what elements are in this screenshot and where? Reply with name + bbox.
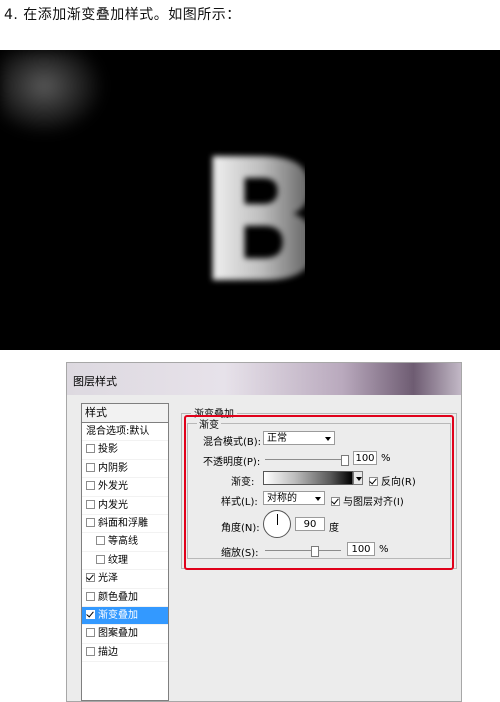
- style-checkbox[interactable]: [86, 444, 95, 454]
- styles-list-item[interactable]: 混合选项:默认: [82, 423, 168, 442]
- style-item-label: 颜色叠加: [98, 591, 138, 603]
- style-item-label: 纹理: [108, 554, 128, 566]
- step-instruction: 4. 在添加渐变叠加样式。如图所示：: [4, 7, 241, 23]
- style-item-label: 光泽: [98, 573, 118, 585]
- styles-list-item[interactable]: 光泽: [82, 570, 168, 589]
- styles-list-item[interactable]: 渐变叠加: [82, 606, 168, 626]
- styles-header[interactable]: 样式: [82, 404, 168, 423]
- style-checkbox[interactable]: [86, 462, 95, 472]
- styles-list-item[interactable]: 内发光: [82, 497, 168, 515]
- styles-list-item[interactable]: 内阴影: [82, 460, 168, 479]
- styles-list-item[interactable]: 投影: [82, 441, 168, 460]
- style-checkbox[interactable]: [96, 536, 105, 546]
- style-checkbox[interactable]: [86, 481, 95, 491]
- style-item-label: 投影: [98, 444, 118, 456]
- styles-list-item[interactable]: 描边: [82, 644, 168, 663]
- styles-list-item[interactable]: 斜面和浮雕: [82, 515, 168, 534]
- style-checkbox[interactable]: [86, 646, 95, 656]
- style-item-label: 内阴影: [98, 462, 128, 474]
- dialog-titlebar[interactable]: 图层样式: [67, 363, 461, 395]
- style-item-label: 等高线: [108, 536, 138, 548]
- style-checkbox[interactable]: [86, 609, 95, 619]
- style-item-label: 图案叠加: [98, 628, 138, 640]
- blurred-glow: [0, 50, 110, 140]
- styles-list: 样式 混合选项:默认投影内阴影外发光内发光斜面和浮雕等高线纹理光泽颜色叠加渐变叠…: [81, 403, 169, 701]
- style-item-label: 混合选项:默认: [86, 426, 150, 437]
- preview-canvas: B: [0, 50, 500, 350]
- style-checkbox[interactable]: [86, 628, 95, 638]
- style-item-label: 描边: [98, 646, 118, 658]
- style-item-label: 斜面和浮雕: [98, 517, 148, 529]
- style-item-label: 内发光: [98, 499, 128, 511]
- styles-list-item[interactable]: 颜色叠加: [82, 589, 168, 607]
- style-item-label: 外发光: [98, 481, 128, 493]
- style-item-label: 渐变叠加: [98, 609, 138, 621]
- styles-list-item[interactable]: 等高线: [82, 533, 168, 552]
- style-checkbox[interactable]: [86, 591, 95, 601]
- style-checkbox[interactable]: [96, 554, 105, 564]
- styles-list-item[interactable]: 外发光: [82, 478, 168, 497]
- styles-list-item[interactable]: 图案叠加: [82, 625, 168, 644]
- glowing-letter-b: B: [197, 123, 305, 300]
- style-checkbox[interactable]: [86, 517, 95, 527]
- highlight-box: [184, 415, 454, 570]
- letter-b: B: [197, 123, 305, 300]
- styles-list-item[interactable]: 纹理: [82, 552, 168, 571]
- style-checkbox[interactable]: [86, 573, 95, 583]
- dialog-title: 图层样式: [73, 375, 117, 388]
- style-checkbox[interactable]: [86, 499, 95, 509]
- layer-style-dialog: 图层样式 样式 混合选项:默认投影内阴影外发光内发光斜面和浮雕等高线纹理光泽颜色…: [66, 362, 462, 702]
